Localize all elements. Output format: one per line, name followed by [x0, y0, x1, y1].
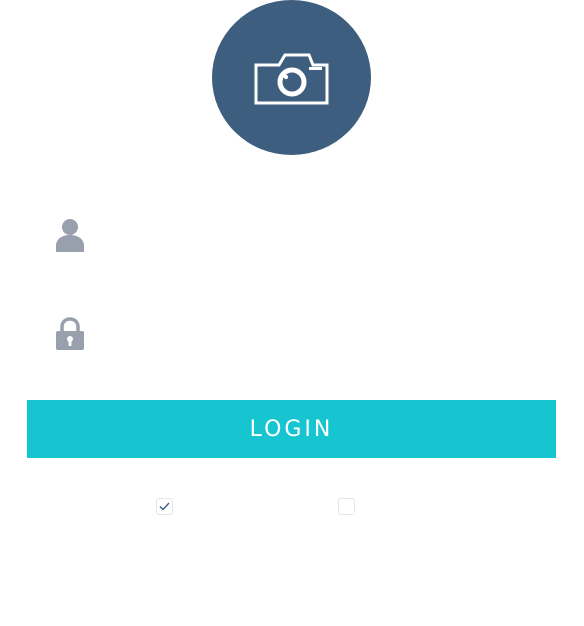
option-checkbox-1[interactable] — [156, 498, 173, 515]
lock-icon — [56, 317, 84, 350]
username-input[interactable] — [99, 216, 543, 256]
check-icon — [159, 502, 170, 511]
login-button[interactable]: LOGIN — [27, 400, 556, 458]
avatar-upload[interactable] — [212, 0, 371, 155]
camera-icon — [254, 53, 328, 104]
password-row — [27, 305, 556, 365]
password-input[interactable] — [99, 315, 543, 355]
option-checkbox-2[interactable] — [338, 498, 355, 515]
user-icon — [56, 219, 84, 252]
username-row — [27, 206, 556, 266]
